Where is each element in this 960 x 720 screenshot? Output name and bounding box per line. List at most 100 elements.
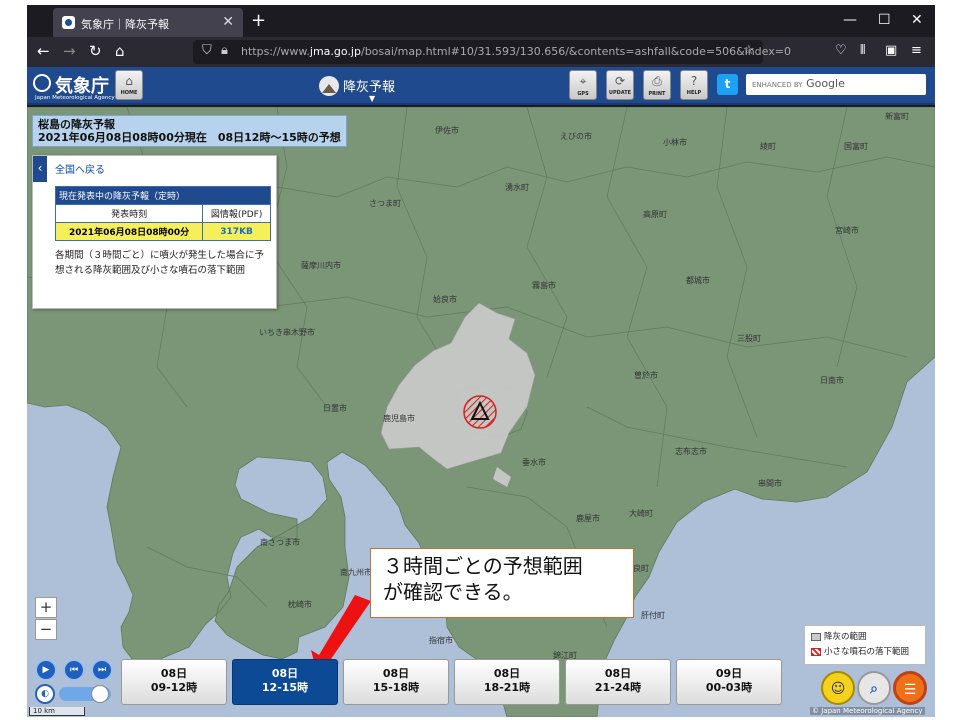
zoom-in-button[interactable]: + [35,597,57,618]
sidebar-icon[interactable]: ▣ [885,43,897,58]
next-button[interactable]: ⏭ [91,659,113,681]
map-area[interactable]: 伊佐市 えびの市 新富町 小林市 綾町 国富町 さつま町 湧水町 高原町 宮崎市… [27,107,935,717]
pdf-link[interactable]: 317KB [202,222,271,241]
shield-icon[interactable]: ⛉ [202,43,212,58]
help-label: HELP [686,90,702,96]
time-slot-day: 08日 [271,667,299,680]
map-place-label: 串間市 [758,479,782,488]
maximize-icon[interactable]: ☐ [878,12,891,28]
search-enhanced-label: ENHANCED BY [752,81,803,89]
url-text: https://www.jma.go.jp/bosai/map.html#10/… [241,45,791,58]
scale-bar: 10 km [29,707,85,716]
time-slot-button[interactable]: 08日 18-21時 [454,659,560,705]
gps-label: GPS [577,91,589,97]
map-place-label: 鹿屋市 [576,514,600,523]
tab-close-icon[interactable]: ✕ [222,14,234,30]
browser-tab[interactable]: 気象庁｜降灰予報 ✕ [53,8,243,37]
forecast-title-period: 2021年06月08日08時00分現在 08日12時～15時の予想 [38,131,341,144]
minimize-icon[interactable]: — [843,12,857,28]
home-button[interactable]: ⌂ HOME [115,70,143,100]
book-guide-icon[interactable]: ☰ [893,671,927,705]
time-slot-range: 21-24時 [594,681,642,694]
bookmark-star-icon[interactable]: ☆ [743,43,755,58]
menu-icon[interactable]: ≡ [911,43,922,58]
new-tab-button[interactable]: + [251,10,266,31]
update-label: UPDATE [608,90,632,96]
google-search-input[interactable]: ENHANCED BY Google [746,74,926,95]
time-slot-button[interactable]: 08日 15-18時 [343,659,449,705]
map-place-label: 姶良市 [433,295,457,304]
map-place-label: 伊佐市 [435,126,459,135]
zoom-out-button[interactable]: − [35,619,57,640]
update-button[interactable]: ⟳ UPDATE [606,70,634,100]
address-bar[interactable]: ⛉ 🔒︎ https://www.jma.go.jp/bosai/map.htm… [193,40,791,64]
map-place-label: 南さつま市 [260,538,300,547]
legend-stone: 小さな噴石の落下範囲 [811,645,919,660]
map-place-label: 湧水町 [505,183,529,192]
back-to-national-link[interactable]: 全国へ戻る [55,161,105,176]
time-slot-range: 00-03時 [705,681,753,694]
home-icon[interactable]: ⌂ [115,42,125,60]
map-place-label: 霧島市 [532,281,556,290]
opacity-toggle[interactable] [59,685,111,703]
chevron-left-icon[interactable]: ‹ [33,156,47,182]
callout-line-2: が確認できる。 [383,580,523,604]
help-button[interactable]: ? HELP [680,70,708,100]
print-button[interactable]: ⎙ PRINT [643,70,671,100]
volcano-icon [319,75,339,96]
pocket-icon[interactable]: ♡ [835,43,847,58]
reload-icon[interactable]: ↻ [89,42,102,60]
time-slot-button[interactable]: 09日 00-03時 [676,659,782,705]
annotation-callout: ３時間ごとの予想範囲 が確認できる。 [370,548,634,618]
forecast-table-header: 現在発表中の降灰予報（定時） [55,186,271,205]
map-place-label: 南九州市 [340,568,372,577]
library-icon[interactable]: ⫴ [860,43,865,58]
stone-swatch [811,647,821,656]
forecast-title-volcano: 桜島の降灰予報 [38,118,115,131]
time-slot-button[interactable]: 08日 09-12時 [121,659,227,705]
map-place-label: 綾町 [760,142,776,151]
map-place-label: 大崎町 [629,509,653,518]
forecast-title: 桜島の降灰予報 2021年06月08日08時00分現在 08日12時～15時の予… [32,115,347,147]
map-place-label: 新富町 [885,112,909,121]
legend-ash-label: 降灰の範囲 [824,632,867,642]
tab-title: 気象庁｜降灰予報 [81,18,169,31]
play-button[interactable]: ▶ [35,659,57,681]
map-place-label: 小林市 [663,138,687,147]
time-slot-day: 08日 [382,667,410,680]
map-place-label: 高原町 [643,210,667,219]
time-slot-day: 08日 [604,667,632,680]
col-header-time: 発表時刻 [54,204,204,223]
map-place-label: 枕崎市 [288,600,312,609]
lock-icon[interactable]: 🔒︎ [221,43,228,58]
toggle-knob[interactable] [91,685,109,703]
map-place-label: 日南市 [820,376,844,385]
time-slot-button-selected[interactable]: 08日 12-15時 [232,659,338,705]
time-slot-day: 08日 [493,667,521,680]
product-title: 降灰予報 [343,80,396,95]
print-label: PRINT [648,91,666,97]
gps-button[interactable]: ⌖ GPS [569,70,597,100]
crosshair-icon: ⌖ [579,74,587,88]
window-close-icon[interactable]: ✕ [911,12,923,28]
map-place-label: 曽於市 [634,371,658,380]
product-selector[interactable]: 降灰予報 [319,75,396,98]
forecast-table: 現在発表中の降灰予報（定時） 発表時刻 図情報(PDF) 2021年06月08日… [54,186,271,241]
magnifier-more-icon[interactable]: ⌕ [857,671,891,705]
back-arrow-icon[interactable]: ← [37,42,50,60]
map-place-label: 国富町 [844,142,868,151]
map-place-label: 垂水市 [522,458,546,467]
jma-favicon-icon [62,16,75,29]
previous-button[interactable]: ⏮ [63,659,85,681]
forward-arrow-icon[interactable]: → [63,42,76,60]
time-slot-range: 09-12時 [150,681,198,694]
twitter-icon[interactable]: t [717,74,738,95]
jma-mark-icon [33,74,51,92]
time-slot-button[interactable]: 08日 21-24時 [565,659,671,705]
issue-time-cell: 2021年06月08日08時00分 [54,222,204,241]
person-info-icon[interactable]: ☺ [821,671,855,705]
info-panel: ‹ 全国へ戻る 現在発表中の降灰予報（定時） 発表時刻 図情報(PDF) 202… [32,155,277,309]
chevron-down-icon[interactable]: ▼ [369,94,375,103]
opacity-icon[interactable]: ◐ [35,684,55,704]
map-place-label: 三股町 [737,334,761,343]
